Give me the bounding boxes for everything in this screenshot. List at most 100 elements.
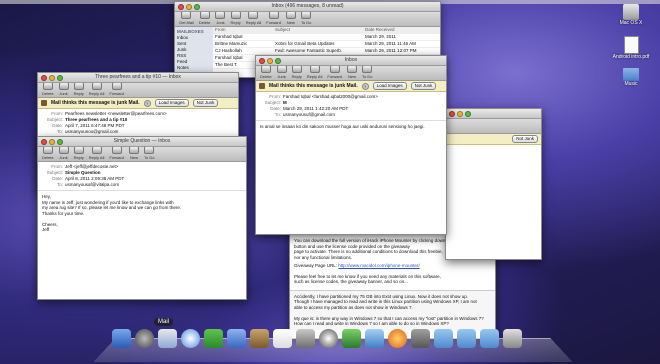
url-label: Giveaway Page URL: bbox=[294, 263, 338, 268]
reply-button[interactable]: Reply bbox=[230, 11, 241, 26]
reply-button[interactable]: Reply bbox=[292, 65, 302, 80]
help-icon[interactable]: ? bbox=[143, 99, 151, 107]
not-junk-button[interactable]: Not Junk bbox=[410, 82, 437, 90]
list-item[interactable]: Brittne Mamuzic Xobni for Gmail Beta Upda… bbox=[213, 41, 440, 48]
junk-bag-icon bbox=[259, 83, 265, 89]
forward-icon bbox=[268, 11, 279, 19]
column-subject[interactable]: Subject bbox=[275, 27, 365, 33]
message-body: Hey, My name is Jeff, just wondering if … bbox=[42, 194, 182, 232]
get-mail-button[interactable]: Get Mail bbox=[179, 11, 194, 26]
giveaway-link[interactable]: http://www.macidol.com/iphone-mounter/ bbox=[338, 263, 419, 268]
desktop-icon-label: Mac OS X bbox=[619, 20, 643, 26]
forward-button[interactable]: Forward bbox=[327, 65, 342, 80]
ical-icon[interactable] bbox=[273, 329, 292, 348]
junk-bar: Mail thinks this message is junk Mail. ?… bbox=[38, 98, 238, 109]
delete-button[interactable]: Delete bbox=[199, 11, 210, 26]
envelope-icon bbox=[181, 11, 192, 19]
preview-icon[interactable] bbox=[296, 329, 315, 348]
compose-icon bbox=[285, 11, 296, 19]
message-header: From: Pearfrees newsletter <newsletter@pe… bbox=[38, 109, 238, 138]
load-images-button[interactable]: Load Images bbox=[372, 82, 407, 90]
message-window-simple-question[interactable]: Simple Question — Inbox Delete Junk Repl… bbox=[37, 136, 247, 300]
todo-button[interactable]: To Do bbox=[362, 65, 372, 80]
message-body-2: Please feel free to let me know if you n… bbox=[294, 273, 441, 285]
window-title: Inbox bbox=[344, 57, 358, 63]
new-message-button[interactable]: New bbox=[129, 146, 140, 161]
forum-question-text: Accidently, I have partitioned my 75 GB … bbox=[290, 289, 495, 330]
junk-message: Mail thinks this message is junk Mail. bbox=[269, 83, 358, 89]
todo-button[interactable]: To Do bbox=[144, 146, 154, 161]
list-item[interactable]: Farshad Iqbal March 29, 2011 bbox=[213, 34, 440, 41]
mail-icon[interactable] bbox=[158, 329, 177, 348]
facetime-icon[interactable] bbox=[227, 329, 246, 348]
titlebar[interactable]: Inbox (496 messages, 8 unread) bbox=[175, 2, 440, 12]
reply-all-button[interactable]: Reply All bbox=[89, 82, 104, 97]
new-message-button[interactable]: New bbox=[347, 65, 358, 80]
firefox-icon[interactable] bbox=[388, 329, 407, 348]
forward-button[interactable]: Forward bbox=[109, 146, 124, 161]
list-header: From Subject Date Received bbox=[213, 27, 440, 34]
toolbar: Delete Junk Reply Reply All Forward bbox=[38, 82, 238, 98]
trash-icon[interactable] bbox=[503, 329, 522, 348]
junk-button[interactable]: Junk bbox=[215, 11, 226, 26]
dashboard-icon[interactable] bbox=[135, 329, 154, 348]
delete-button[interactable]: Delete bbox=[42, 146, 54, 161]
itunes-icon[interactable] bbox=[319, 329, 338, 348]
folder-icon bbox=[623, 68, 639, 81]
junk-icon bbox=[215, 11, 226, 19]
load-images-button[interactable]: Load Images bbox=[154, 99, 189, 107]
toolbar: Delete Junk Reply Reply All Forward New … bbox=[256, 65, 446, 81]
not-junk-button[interactable]: Not Junk bbox=[192, 99, 219, 107]
safari-icon[interactable] bbox=[181, 329, 200, 348]
downloads-folder-icon[interactable] bbox=[480, 329, 499, 348]
desktop-icon-pdf[interactable]: Android intro.pdf bbox=[609, 36, 653, 60]
pdf-document-icon bbox=[623, 36, 639, 54]
todo-button[interactable]: To Do bbox=[301, 11, 311, 26]
new-message-button[interactable]: New bbox=[285, 11, 296, 26]
junk-bar: Mail thinks this message is junk Mail. ?… bbox=[256, 81, 446, 92]
sidebar-item-notes[interactable]: Notes bbox=[177, 65, 211, 71]
desktop-icon-music[interactable]: Music bbox=[609, 68, 653, 87]
forward-button[interactable]: Forward bbox=[266, 11, 281, 26]
applications-folder-icon[interactable] bbox=[434, 329, 453, 348]
delete-button[interactable]: Delete bbox=[260, 65, 272, 80]
column-from[interactable]: From bbox=[215, 27, 275, 33]
forward-button[interactable]: Forward bbox=[109, 82, 124, 97]
junk-bag-icon bbox=[41, 100, 47, 106]
reply-all-icon bbox=[248, 11, 259, 19]
photo-icon[interactable] bbox=[342, 329, 361, 348]
reply-all-button[interactable]: Reply All bbox=[89, 146, 104, 161]
toolbar: Get Mail Delete Junk Reply Reply All For… bbox=[175, 11, 440, 27]
hard-drive-icon bbox=[623, 4, 639, 20]
giveaway-url-row: Giveaway Page URL: http://www.macidol.co… bbox=[290, 263, 495, 272]
list-item[interactable]: CJ Hasbollah Fwd: Awesome Fantastic Super… bbox=[213, 48, 440, 55]
help-icon[interactable]: ? bbox=[361, 82, 369, 90]
ichat-icon[interactable] bbox=[204, 329, 223, 348]
documents-folder-icon[interactable] bbox=[457, 329, 476, 348]
delete-button[interactable]: Delete bbox=[42, 82, 54, 97]
titlebar[interactable]: Simple Question — Inbox bbox=[38, 137, 246, 147]
reply-all-button[interactable]: Reply All bbox=[307, 65, 322, 80]
reply-button[interactable]: Reply bbox=[74, 82, 84, 97]
reply-all-button[interactable]: Reply All bbox=[246, 11, 261, 26]
titlebar[interactable] bbox=[446, 109, 541, 119]
not-junk-button[interactable]: Not Junk bbox=[512, 135, 538, 143]
dock bbox=[112, 329, 522, 348]
desktop-icon-label: Android intro.pdf bbox=[612, 54, 650, 60]
junk-button[interactable]: Junk bbox=[58, 82, 69, 97]
app-store-icon[interactable] bbox=[365, 329, 384, 348]
system-preferences-icon[interactable] bbox=[411, 329, 430, 348]
junk-button[interactable]: Junk bbox=[58, 146, 69, 161]
finder-icon[interactable] bbox=[112, 329, 131, 348]
message-header: From: Jeff <jeff@jeffdecoste.net> Subject… bbox=[38, 162, 246, 191]
message-window-side[interactable]: Not Junk bbox=[445, 108, 542, 260]
titlebar[interactable]: Inbox bbox=[256, 56, 446, 66]
message-window-main[interactable]: Inbox Delete Junk Reply Reply All Forwar… bbox=[255, 55, 447, 235]
toolbar: Delete Junk Reply Reply All Forward New … bbox=[38, 146, 246, 162]
titlebar[interactable]: Three pearfrees and a tip #10 — Inbox bbox=[38, 73, 238, 83]
junk-button[interactable]: Junk bbox=[276, 65, 287, 80]
reply-button[interactable]: Reply bbox=[74, 146, 84, 161]
desktop-icon-hd[interactable]: Mac OS X bbox=[609, 4, 653, 26]
column-date[interactable]: Date Received bbox=[365, 27, 395, 33]
address-book-icon[interactable] bbox=[250, 329, 269, 348]
